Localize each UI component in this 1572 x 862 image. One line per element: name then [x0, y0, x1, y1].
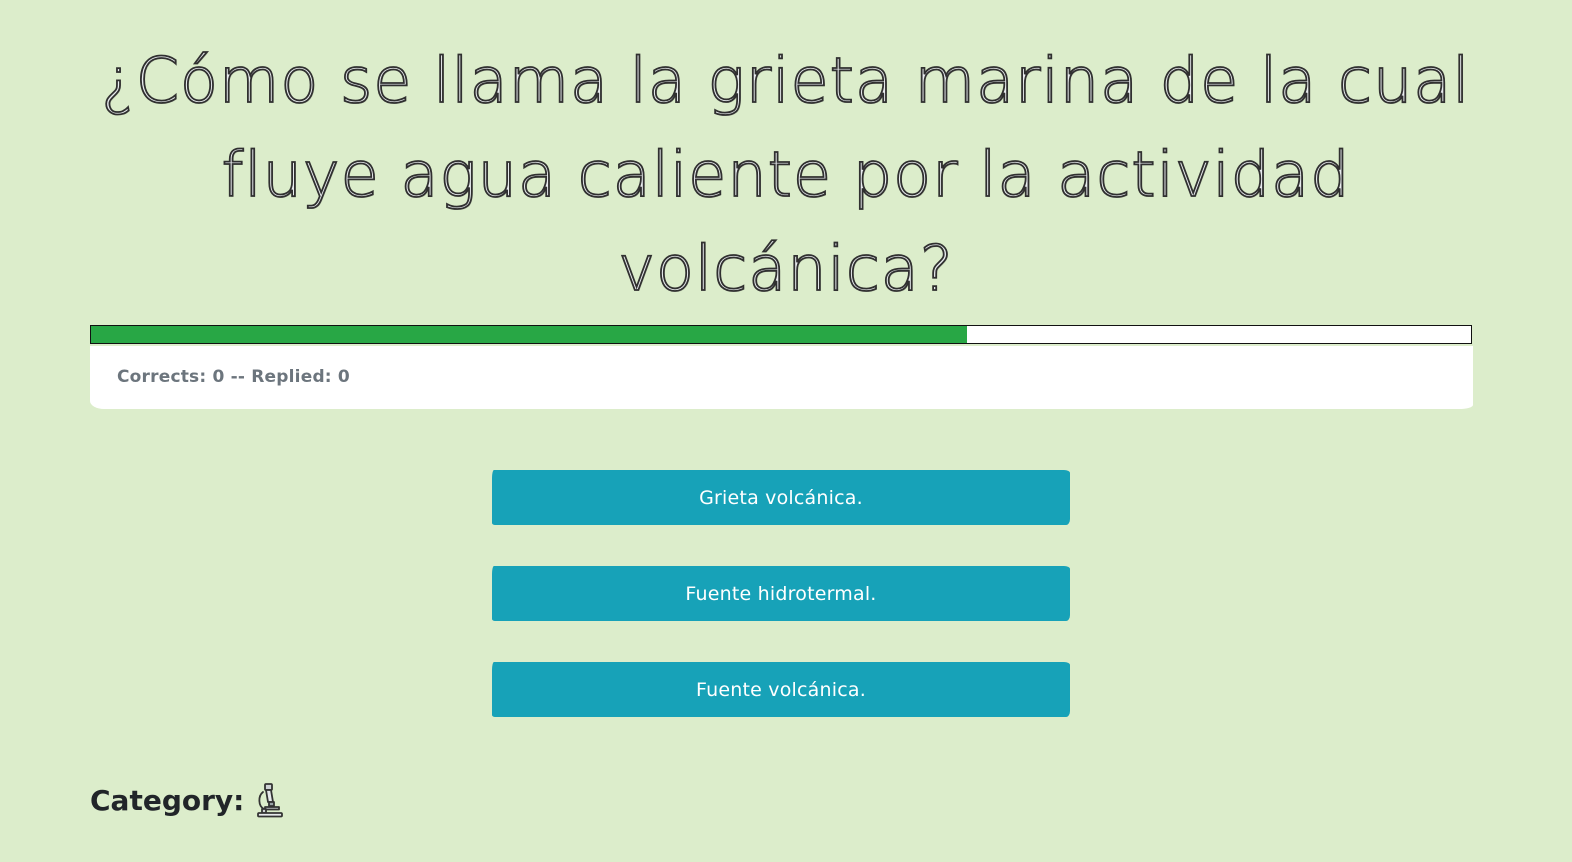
progress-fill	[91, 326, 968, 343]
progress-bar	[90, 325, 1472, 344]
answer-button-2[interactable]: Fuente hidrotermal.	[492, 566, 1070, 621]
answer-button-3[interactable]: Fuente volcánica.	[492, 662, 1070, 717]
answer-list: Grieta volcánica. Fuente hidrotermal. Fu…	[492, 470, 1072, 758]
score-text: Corrects: 0 -- Replied: 0	[117, 367, 350, 387]
category-label: Category:	[90, 783, 245, 817]
microscope-icon	[254, 782, 286, 818]
question-title: ¿Cómo se llama la grieta marina de la cu…	[101, 43, 1471, 306]
category-section: Category:	[90, 782, 286, 818]
score-card: Corrects: 0 -- Replied: 0	[90, 346, 1473, 409]
answer-button-1[interactable]: Grieta volcánica.	[492, 470, 1070, 525]
